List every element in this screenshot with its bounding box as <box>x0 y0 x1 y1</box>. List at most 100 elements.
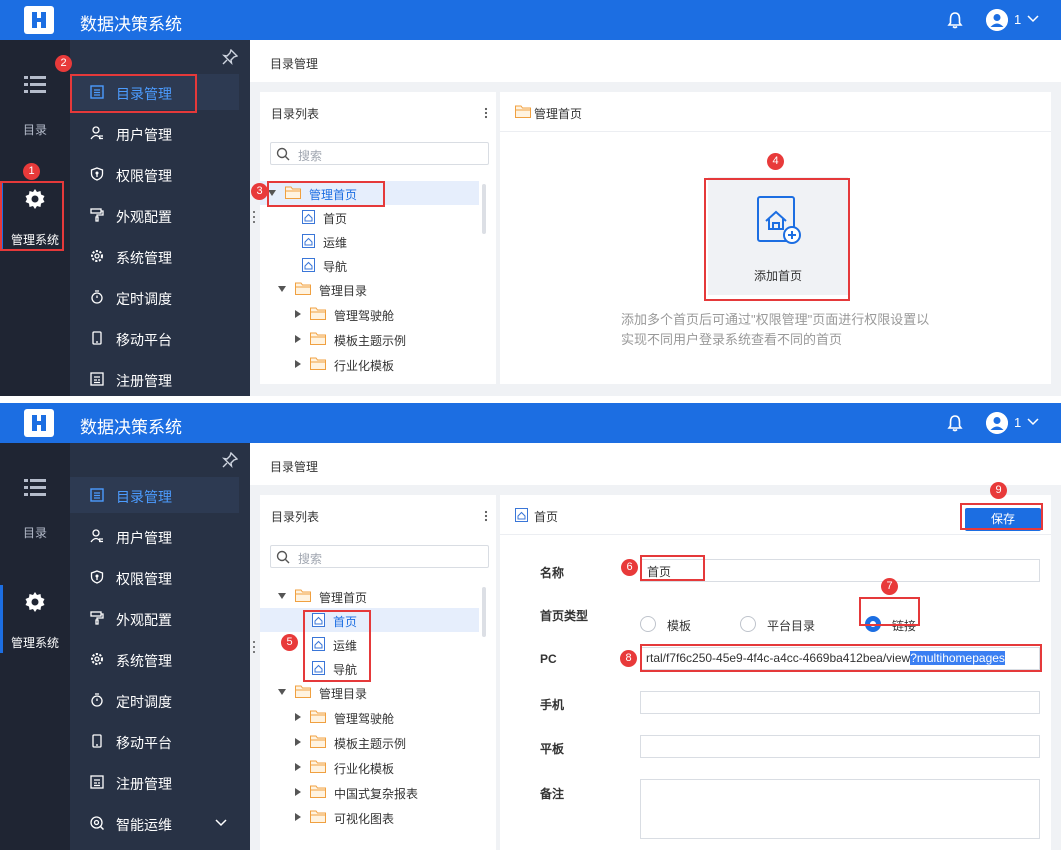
home-page-icon <box>312 613 325 627</box>
radio-circle-selected <box>865 616 881 632</box>
menu-label: 定时调度 <box>116 694 172 710</box>
menu-item-mobile[interactable]: 移动平台 <box>70 723 239 759</box>
tree-leaf-home[interactable]: 首页 <box>260 205 479 229</box>
tablet-url-field[interactable] <box>640 735 1040 758</box>
menu-item-permissions[interactable]: 权限管理 <box>70 559 239 595</box>
menu-item-appearance[interactable]: 外观配置 <box>70 197 239 233</box>
annotation-badge: 8 <box>620 650 637 667</box>
tree-node-catalog-root[interactable]: 管理目录 <box>260 680 479 704</box>
bell-icon[interactable] <box>947 11 963 29</box>
home-page-icon <box>312 637 325 651</box>
bell-icon[interactable] <box>947 414 963 432</box>
main-content: 目录管理 目录列表 搜索 管理首页 首页 运维 导航 管理目录 管理驾驶舱 模板… <box>250 40 1061 396</box>
menu-item-register[interactable]: 注册管理 <box>70 764 239 800</box>
menu-item-smart-ops[interactable]: 智能运维 <box>70 805 239 841</box>
home-page-icon <box>302 234 315 248</box>
tree-leaf-ops[interactable]: 运维 <box>260 229 479 253</box>
tree-scrollbar[interactable] <box>482 184 486 234</box>
add-home-page-button[interactable]: 添加首页 <box>708 177 848 295</box>
menu-item-users[interactable]: 用户管理 <box>70 518 239 554</box>
chevron-down-icon <box>215 819 227 827</box>
tree-node-child[interactable]: 行业化模板 <box>260 755 479 779</box>
folder-icon <box>295 282 311 295</box>
remark-textarea[interactable] <box>640 779 1040 839</box>
tree-node-catalog-root[interactable]: 管理目录 <box>260 277 479 301</box>
avatar[interactable] <box>986 412 1008 434</box>
app-title: 数据决策系统 <box>80 15 182 34</box>
hint-text: 添加多个首页后可通过"权限管理"页面进行权限设置以实现不同用户登录系统查看不同的… <box>621 312 930 347</box>
pc-url-field[interactable]: rtal/f7f6c250-45e9-4f4c-a4cc-4669ba412be… <box>640 647 1040 670</box>
radio-label: 平台目录 <box>767 619 816 633</box>
caret-right-icon <box>295 713 301 721</box>
menu-item-schedule[interactable]: 定时调度 <box>70 682 239 718</box>
menu-item-system[interactable]: 系统管理 <box>70 238 239 274</box>
user-icon <box>90 126 103 140</box>
menu-label: 定时调度 <box>116 291 172 307</box>
tree-scrollbar[interactable] <box>482 587 486 637</box>
menu-label: 目录管理 <box>116 86 172 102</box>
catalog-list-card: 目录列表 搜索 管理首页 首页 运维 导航 管理目录 管理驾驶舱 模板主题示例 … <box>260 92 496 384</box>
rail-item-catalog[interactable]: 目录 <box>0 479 70 549</box>
caret-right-icon <box>295 788 301 796</box>
more-icon[interactable] <box>484 510 488 522</box>
rail-label-catalog: 目录 <box>22 123 47 137</box>
resize-handle-icon[interactable] <box>252 210 256 224</box>
rail-item-catalog[interactable]: 目录 <box>0 76 70 146</box>
home-page-icon <box>302 210 315 224</box>
menu-item-register[interactable]: 注册管理 <box>70 361 239 396</box>
avatar[interactable] <box>986 9 1008 31</box>
detail-title: 管理首页 <box>534 107 583 121</box>
tree-node-home-root[interactable]: 管理首页 <box>260 584 479 608</box>
menu-item-mobile[interactable]: 移动平台 <box>70 320 239 356</box>
tree-node-child[interactable]: 可视化图表 <box>260 805 479 829</box>
gear-icon <box>91 250 103 262</box>
shield-icon <box>90 167 104 181</box>
tree-node-child[interactable]: 模板主题示例 <box>260 327 479 351</box>
chevron-down-icon[interactable] <box>1027 13 1039 25</box>
tree-leaf-nav[interactable]: 导航 <box>260 253 479 277</box>
folder-icon <box>295 589 311 602</box>
tree-label: 行业化模板 <box>334 762 395 776</box>
tree-node-child[interactable]: 管理驾驶舱 <box>260 302 479 326</box>
tree-node-home-root[interactable]: 管理首页 <box>260 181 479 205</box>
pin-icon[interactable] <box>222 452 238 468</box>
rail-item-admin[interactable]: 管理系统 <box>0 182 70 252</box>
tree-leaf-nav[interactable]: 导航 <box>260 656 479 680</box>
menu-item-users[interactable]: 用户管理 <box>70 115 239 151</box>
tree-node-child[interactable]: 管理驾驶舱 <box>260 705 479 729</box>
annotation-badge: 3 <box>251 183 268 200</box>
list-icon <box>24 479 46 496</box>
tree-node-child[interactable]: 行业化模板 <box>260 352 479 376</box>
tree-node-child[interactable]: 中国式复杂报表 <box>260 780 479 804</box>
annotation-badge: 9 <box>990 482 1007 499</box>
chevron-down-icon[interactable] <box>1027 416 1039 428</box>
annotation-badge: 2 <box>55 55 72 72</box>
rail-item-admin[interactable]: 管理系统 <box>0 585 70 655</box>
pin-icon[interactable] <box>222 49 238 65</box>
search-placeholder: 搜索 <box>298 149 323 163</box>
menu-item-catalog[interactable]: 目录管理 <box>70 477 239 513</box>
user-name[interactable]: 1 <box>1014 12 1021 27</box>
mobile-url-field[interactable] <box>640 691 1040 714</box>
tablet-label: 平板 <box>540 742 565 756</box>
detail-title: 首页 <box>534 510 559 524</box>
menu-item-appearance[interactable]: 外观配置 <box>70 600 239 636</box>
name-field[interactable]: 首页 <box>640 559 1040 582</box>
menu-label: 智能运维 <box>116 817 172 833</box>
resize-handle-icon[interactable] <box>252 640 256 654</box>
tree-leaf-home[interactable]: 首页 <box>260 608 479 632</box>
folder-icon <box>295 685 311 698</box>
search-input[interactable]: 搜索 <box>270 545 489 568</box>
menu-item-system[interactable]: 系统管理 <box>70 641 239 677</box>
menu-item-catalog[interactable]: 目录管理 <box>70 74 239 110</box>
app-logo-icon <box>24 409 54 437</box>
caret-down-icon <box>278 689 286 695</box>
user-name[interactable]: 1 <box>1014 415 1021 430</box>
tree-node-child[interactable]: 模板主题示例 <box>260 730 479 754</box>
detail-card: 首页 保存 名称 首页 首页类型 模板 平台目录 链接 PC rtal/f7f6… <box>500 495 1051 850</box>
menu-item-schedule[interactable]: 定时调度 <box>70 279 239 315</box>
search-input[interactable]: 搜索 <box>270 142 489 165</box>
menu-item-permissions[interactable]: 权限管理 <box>70 156 239 192</box>
save-button[interactable]: 保存 <box>965 508 1041 531</box>
more-icon[interactable] <box>484 107 488 119</box>
